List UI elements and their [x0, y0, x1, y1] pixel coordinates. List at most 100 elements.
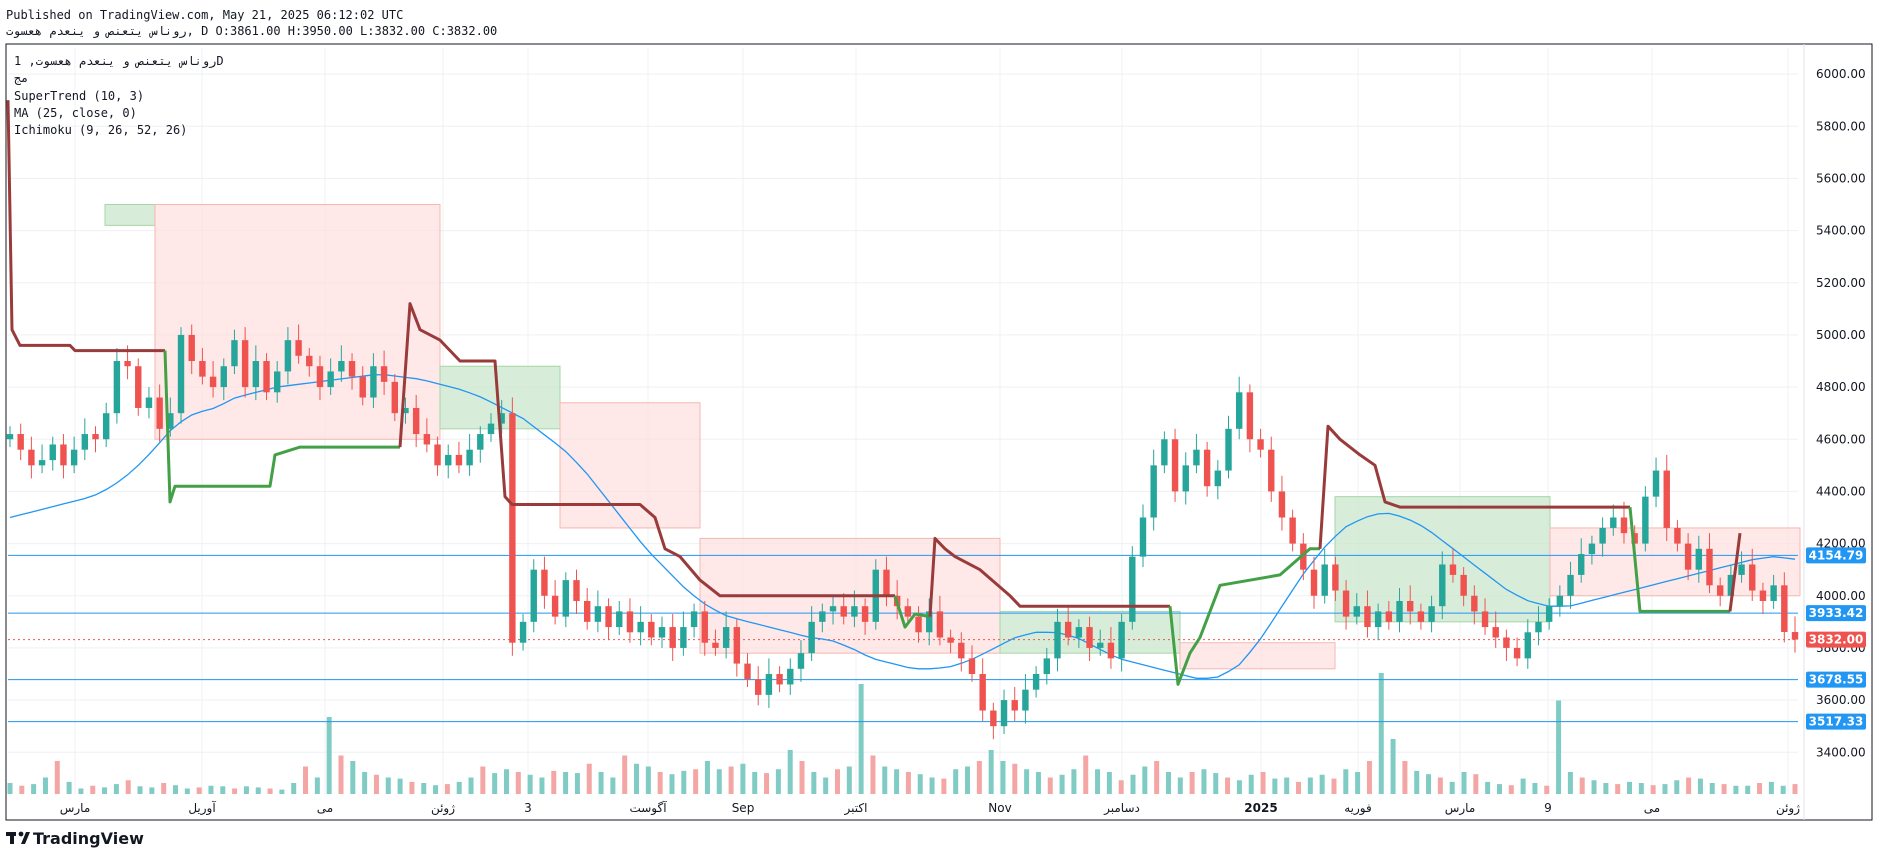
volume-bar: [988, 750, 994, 794]
legend-symbol: روناس یتعنص و ینعدم هعسوت, 1D: [14, 54, 224, 69]
volume-bar: [492, 773, 498, 794]
volume-bar: [373, 774, 379, 794]
candle-body-up: [562, 580, 570, 617]
candle-body-down: [1417, 611, 1425, 622]
volume-bar: [563, 772, 569, 794]
candle-body-up: [6, 434, 14, 440]
candle-body-up: [1054, 621, 1061, 659]
candle-body-up: [1610, 517, 1617, 528]
candle-body-down: [990, 710, 997, 727]
candle-body-up: [252, 361, 260, 388]
candle-body-up: [466, 449, 473, 466]
candle-body-up: [1428, 606, 1435, 622]
symbol-ohlc-line: روناس یتعنص و ینعدم هعسوت, D O:3861.00 H…: [6, 24, 497, 39]
time-axis-label: می: [317, 801, 333, 815]
candle-body-down: [883, 569, 890, 596]
volume-bar: [1792, 784, 1798, 794]
candle-body-down: [1407, 600, 1414, 612]
candle-body-up: [1000, 700, 1008, 727]
volume-bar: [1307, 777, 1313, 794]
candle-body-down: [915, 616, 922, 633]
candle-body-up: [1321, 564, 1328, 596]
candle-body-down: [199, 361, 206, 377]
volume-bar: [480, 766, 486, 794]
candle-body-down: [1781, 585, 1788, 633]
volume-bar: [1473, 774, 1479, 794]
volume-bar: [598, 772, 604, 794]
tradingview-logo[interactable]: TradingView: [6, 829, 144, 848]
volume-bar: [421, 783, 427, 794]
candle-body-down: [359, 376, 366, 398]
volume-bar: [125, 780, 131, 794]
candle-body-up: [1642, 496, 1649, 544]
candle-body-down: [904, 606, 912, 617]
volume-bar: [161, 783, 167, 794]
candle-body-down: [92, 434, 99, 440]
volume-bar: [90, 785, 96, 794]
candle-body-up: [765, 674, 773, 695]
volume-bar: [634, 763, 640, 794]
candle-body-up: [1353, 606, 1360, 617]
volume-bar: [870, 755, 876, 794]
candle-body-down: [135, 366, 142, 408]
volume-bar: [917, 774, 923, 794]
candle-body-up: [658, 627, 666, 638]
volume-bar: [882, 766, 888, 794]
legend-indicator-ichimoku[interactable]: Ichimoku (9, 26, 52, 26): [14, 123, 187, 137]
volume-bar: [1686, 777, 1692, 794]
volume-bar: [1012, 763, 1018, 794]
volume-bar: [622, 755, 628, 794]
volume-bar: [303, 766, 309, 794]
volume-bar: [1697, 778, 1703, 794]
candle-body-down: [1674, 527, 1681, 544]
candle-body-down: [626, 611, 634, 633]
volume-bar: [503, 769, 509, 794]
volume-bar: [54, 761, 60, 794]
volume-bar: [1366, 761, 1372, 794]
volume-bar: [764, 773, 770, 794]
time-axis-label: فوریه: [1344, 801, 1372, 816]
volume-bar: [1213, 773, 1219, 794]
volume-bar: [515, 772, 521, 794]
volume-bar: [610, 777, 616, 794]
volume-bar: [279, 789, 285, 794]
ichimoku-cloud-bull: [104, 204, 156, 226]
candle-body-down: [776, 674, 783, 685]
candle-body-up: [477, 434, 484, 450]
volume-bar: [1024, 769, 1030, 794]
candle-body-up: [722, 627, 730, 648]
candle-body-up: [1439, 564, 1446, 607]
volume-bar: [1733, 785, 1739, 794]
price-axis-label: 4600.00: [1816, 432, 1866, 446]
volume-bar: [208, 785, 214, 794]
tradingview-logo-icon: [6, 831, 30, 844]
volume-bar: [243, 786, 249, 794]
candle-body-up: [338, 361, 345, 372]
price-axis-label: 5200.00: [1816, 276, 1866, 290]
price-axis-label: 5600.00: [1816, 171, 1866, 185]
volume-bar: [1437, 777, 1443, 794]
candle-body-down: [1278, 491, 1286, 518]
candle-body-up: [370, 366, 377, 398]
time-axis-label: ژوئن: [1776, 801, 1800, 816]
volume-bar: [1615, 784, 1621, 794]
level-price-tag-label: 3678.55: [1809, 673, 1864, 687]
legend-indicator-supertrend[interactable]: SuperTrend (10, 3): [14, 89, 144, 103]
candle-body-down: [1492, 627, 1499, 638]
volume-bar: [1130, 774, 1136, 794]
volume-bar: [1106, 772, 1112, 794]
candle-body-down: [754, 679, 762, 695]
candle-body-down: [1684, 543, 1692, 570]
volume-bar: [362, 772, 368, 794]
candle-body-down: [434, 444, 441, 466]
published-line: Published on TradingView.com, May 21, 20…: [6, 8, 403, 22]
legend-indicator-ma[interactable]: MA (25, close, 0): [14, 106, 137, 120]
candle-body-down: [712, 642, 719, 648]
candle-body-up: [1556, 595, 1564, 607]
candle-body-down: [1011, 700, 1018, 711]
volume-bar: [444, 784, 450, 794]
volume-bar: [1189, 772, 1195, 794]
volume-bar: [752, 772, 758, 794]
volume-bar: [823, 777, 829, 794]
volume-bar: [66, 781, 72, 794]
